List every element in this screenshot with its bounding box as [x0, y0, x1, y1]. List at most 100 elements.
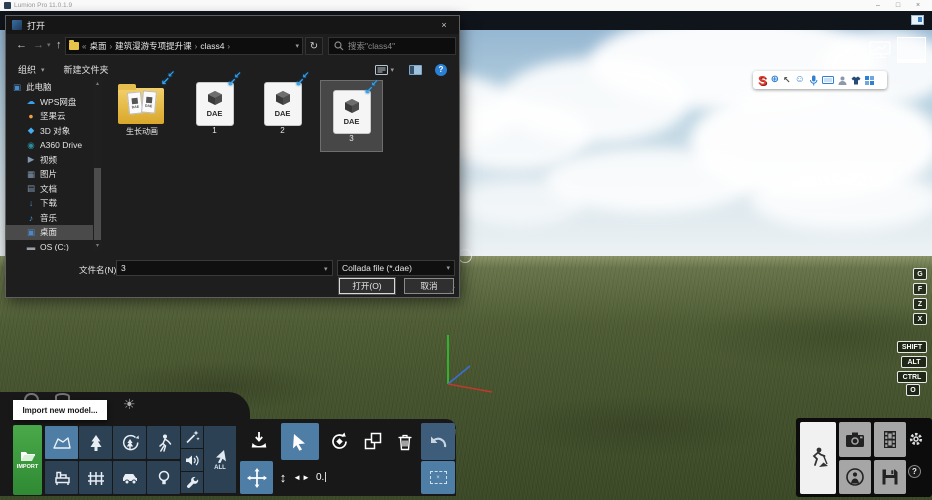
breadcrumb-course-folder[interactable]: 建筑漫游专项提升课 — [115, 40, 192, 52]
sidebar-item-desktop[interactable]: ▣桌面 — [6, 225, 93, 240]
category-character-button[interactable] — [147, 426, 180, 459]
photo-mode-button[interactable] — [839, 422, 871, 457]
import-button[interactable]: IMPORT — [13, 425, 42, 495]
smiley-icon[interactable]: ☺ — [795, 75, 805, 85]
open-button[interactable]: 打开(O) — [339, 278, 395, 294]
sidebar-item-3d-objects[interactable]: ◆3D 对象 — [6, 124, 93, 139]
new-folder-button[interactable]: 新建文件夹 — [64, 63, 109, 76]
key-hint-x: X — [913, 313, 927, 325]
move-vertical-button[interactable]: ↕ — [276, 463, 290, 491]
tab-icon-partial-1[interactable] — [24, 393, 39, 400]
sidebar-item-this-pc[interactable]: ▣此电脑 — [6, 80, 93, 95]
lightbulb-icon — [154, 468, 174, 488]
sidebar-item-documents[interactable]: ▤文档 — [6, 182, 93, 197]
cursor-tool-icon[interactable]: ↖ — [783, 76, 791, 85]
category-transport-button[interactable] — [113, 461, 146, 494]
sidebar-item-os-c[interactable]: ▬OS (C:) — [6, 240, 93, 252]
recorder-logo[interactable]: S — [758, 74, 767, 87]
grid-icon[interactable] — [865, 76, 874, 85]
weather-tab-icon[interactable]: ☀ — [123, 396, 136, 413]
category-nature-rock-button[interactable] — [45, 426, 78, 459]
sidebar-scrollbar[interactable]: ▴ ▾ — [93, 80, 102, 251]
scale-icon — [363, 431, 383, 451]
move-tool-button[interactable] — [240, 461, 273, 494]
category-all-button[interactable]: ALL — [204, 426, 236, 493]
preview-window[interactable] — [897, 37, 926, 63]
rotate-tool-button[interactable] — [324, 425, 354, 457]
dialog-close-button[interactable]: × — [429, 16, 459, 34]
person-icon[interactable] — [838, 76, 847, 85]
breadcrumb-desktop[interactable]: 桌面 — [89, 40, 106, 52]
sidebar-item-downloads[interactable]: ↓下载 — [6, 196, 93, 211]
sidebar-item-nutstore[interactable]: ●坚果云 — [6, 109, 93, 124]
display-settings-icon[interactable] — [911, 15, 924, 25]
close-button[interactable]: × — [908, 1, 928, 11]
nav-history-caret[interactable]: ▾ — [47, 42, 51, 49]
address-dropdown-caret[interactable]: ▾ — [295, 42, 299, 50]
file-item-3-selected[interactable]: DAE ↙ ↙ 3 — [320, 80, 383, 152]
place-object-button[interactable] — [243, 425, 275, 457]
sidebar-item-pictures[interactable]: ▦图片 — [6, 167, 93, 182]
fence-icon — [86, 468, 106, 488]
filetype-dropdown[interactable]: Collada file (*.dae) ▾ — [337, 260, 455, 276]
move-horizontal-button[interactable]: ◄► — [292, 463, 312, 491]
scale-tool-button[interactable] — [358, 425, 388, 457]
select-tool-button[interactable] — [281, 423, 319, 460]
dialog-title: 打开 — [27, 19, 45, 32]
address-bar[interactable]: « 桌面 › 建筑漫游专项提升课 › class4 › ▾ — [65, 37, 303, 55]
file-item-growth-animation[interactable]: DAE DAE ↙ ↙ 生长动画 — [112, 82, 172, 137]
tab-icon-partial-2[interactable] — [55, 393, 70, 400]
save-button[interactable] — [874, 460, 906, 494]
search-box[interactable]: 搜索"class4" — [328, 37, 456, 55]
panorama-mode-button[interactable] — [839, 460, 871, 494]
view-options-button[interactable]: ▾ — [375, 65, 394, 75]
delete-tool-button[interactable] — [392, 425, 418, 457]
filename-dropdown-caret[interactable]: ▾ — [324, 265, 328, 273]
move-value-field[interactable]: 0. — [316, 463, 326, 491]
build-mode-button[interactable] — [800, 422, 836, 494]
preview-pane-button[interactable] — [409, 65, 422, 75]
cancel-button[interactable]: 取消 — [404, 278, 454, 294]
scroll-down-arrow[interactable]: ▾ — [93, 242, 102, 251]
filename-input[interactable] — [116, 260, 333, 276]
category-light-button[interactable] — [147, 461, 180, 494]
screen-share-icon[interactable] — [869, 41, 893, 59]
file-item-1[interactable]: DAE ↙ ↙ 1 — [186, 82, 243, 135]
category-tree-button[interactable] — [79, 426, 112, 459]
minimize-button[interactable]: – — [868, 1, 888, 11]
sidebar-item-a360-drive[interactable]: ◉A360 Drive — [6, 138, 93, 153]
category-utilities-button[interactable] — [181, 472, 203, 493]
dialog-help-button[interactable]: ? — [435, 64, 447, 76]
maximize-button[interactable]: □ — [888, 1, 908, 11]
category-fence-button[interactable] — [79, 461, 112, 494]
category-furniture-button[interactable] — [45, 461, 78, 494]
sidebar-item-music[interactable]: ♪音乐 — [6, 211, 93, 226]
nav-up-button[interactable]: ↑ — [56, 40, 62, 51]
breadcrumb-class4[interactable]: class4 — [200, 41, 224, 51]
nav-back-button[interactable]: ← — [16, 40, 27, 51]
window-title: Lumion Pro 11.0.1.9 — [14, 2, 72, 9]
sidebar-item-wps-drive[interactable]: ☁WPS网盘 — [6, 95, 93, 110]
help-button[interactable]: ? — [908, 465, 921, 478]
refresh-button[interactable]: ↻ — [305, 37, 323, 55]
nav-forward-button[interactable]: → — [33, 40, 44, 51]
undo-button[interactable] — [421, 423, 455, 460]
floppy-save-icon — [881, 468, 899, 486]
category-effects-button[interactable] — [181, 426, 203, 448]
annotate-icon[interactable]: ⊕ — [771, 75, 779, 85]
movie-mode-button[interactable] — [874, 422, 906, 457]
sidebar-item-videos[interactable]: ▶视频 — [6, 153, 93, 168]
shirt-icon[interactable] — [851, 76, 861, 85]
settings-button[interactable] — [908, 431, 924, 447]
mic-icon[interactable] — [809, 75, 818, 86]
scroll-up-arrow[interactable]: ▴ — [93, 80, 102, 89]
scroll-thumb[interactable] — [94, 168, 101, 240]
category-mass-placement-button[interactable] — [113, 426, 146, 459]
organize-button[interactable]: 组织 — [18, 63, 36, 76]
file-item-2[interactable]: DAE ↙ ↙ 2 — [254, 82, 311, 135]
dae-file-icon: DAE ↙ ↙ — [333, 90, 371, 134]
category-sound-button[interactable] — [181, 449, 203, 471]
keyboard-icon[interactable] — [822, 76, 834, 84]
marquee-select-button[interactable]: × — [421, 461, 455, 494]
resize-grip[interactable]: ⋰ — [449, 287, 457, 295]
